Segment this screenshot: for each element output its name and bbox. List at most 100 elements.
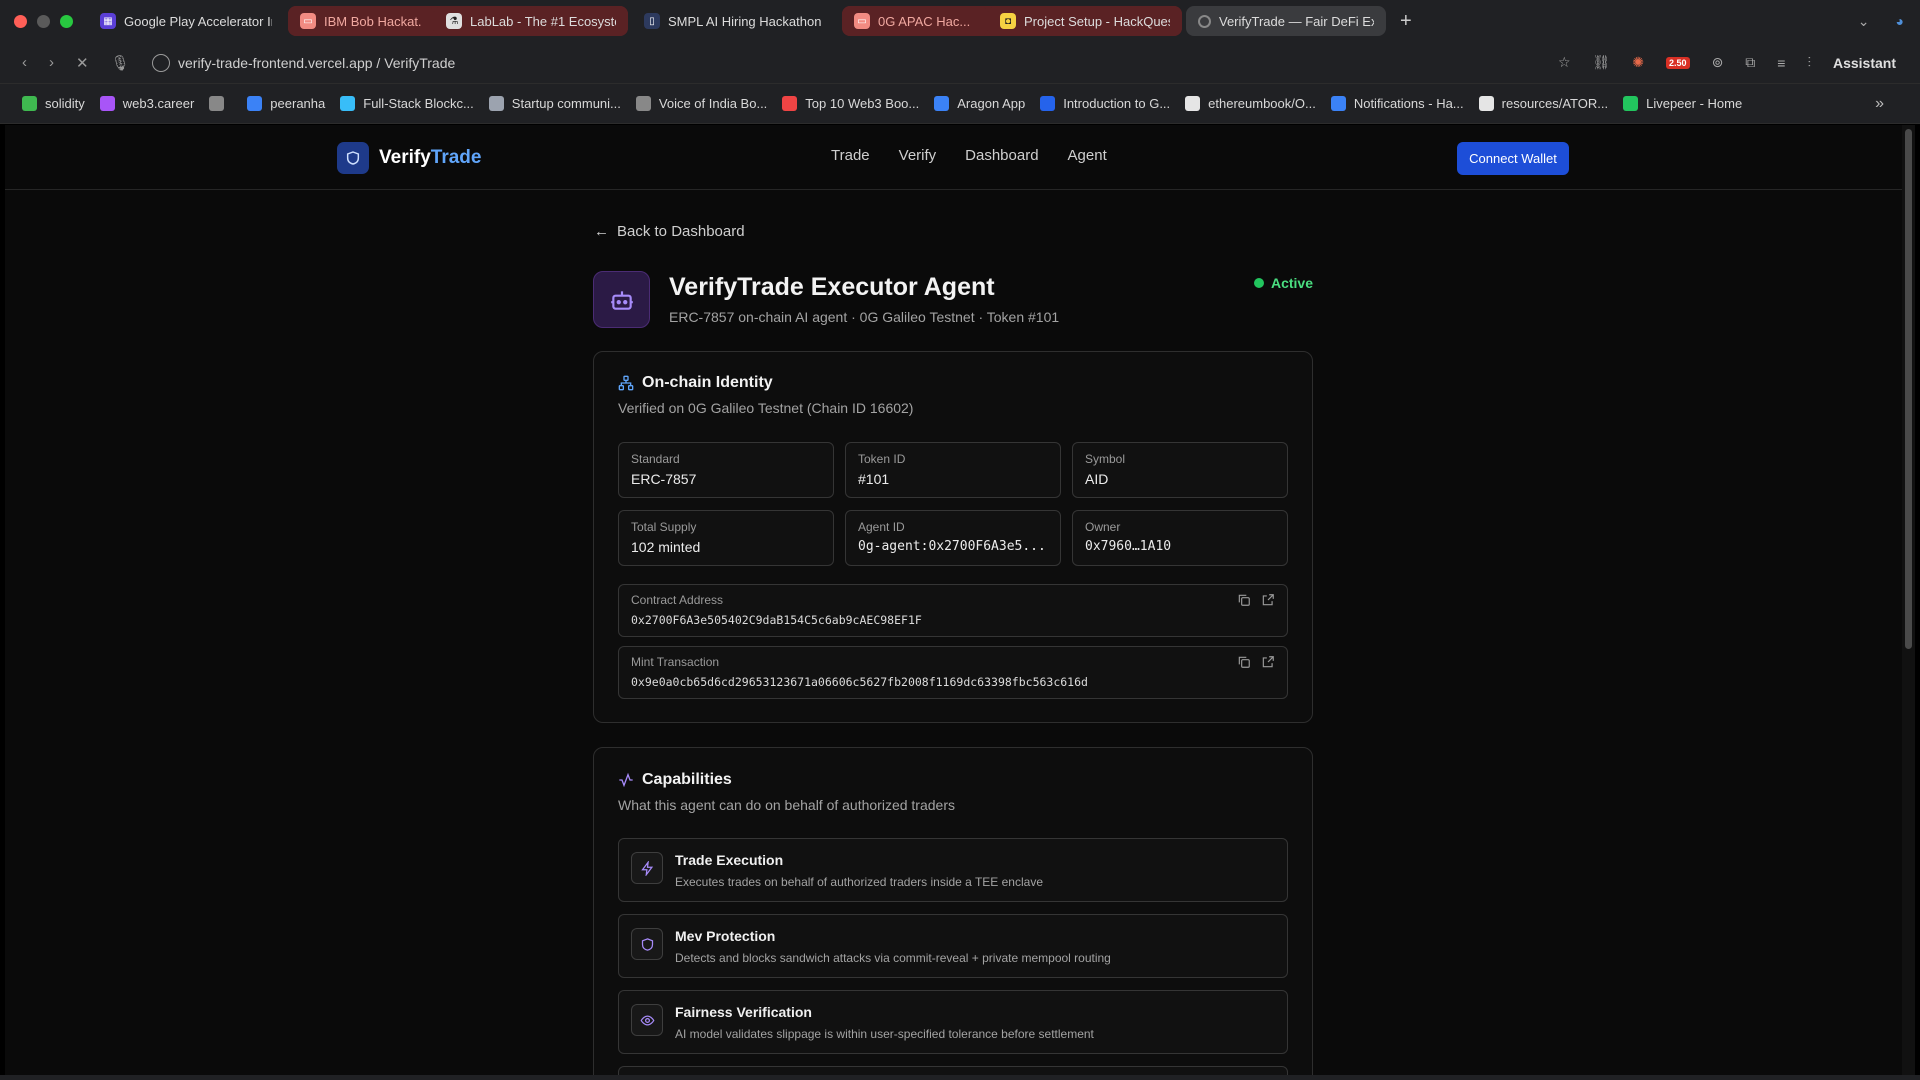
bookmark-favicon-icon (99, 96, 115, 111)
capabilities-desc: What this agent can do on behalf of auth… (618, 797, 955, 813)
scrollbar-thumb[interactable] (1905, 129, 1912, 649)
bookmark-favicon-icon (1040, 96, 1056, 111)
capability-mev-protection: Mev Protection Detects and blocks sandwi… (618, 914, 1288, 978)
tab-ibm-bob[interactable]: ▭ IBM Bob Hackat... (288, 6, 434, 36)
copy-icon[interactable] (1237, 655, 1251, 669)
site-logo[interactable]: VerifyTrade (337, 142, 481, 174)
agent-title: VerifyTrade Executor Agent (669, 273, 995, 301)
bookmark-item[interactable]: Startup communi... (487, 96, 634, 111)
extensions-puzzle-icon[interactable]: ⧉ (1745, 54, 1755, 71)
nav-trade[interactable]: Trade (831, 147, 870, 164)
nav-buttons: ‹ › ✕ 🎙 (0, 54, 152, 72)
external-link-icon[interactable] (1261, 655, 1275, 669)
bookmark-star-icon[interactable]: ☆ (1558, 54, 1571, 71)
copy-icon[interactable] (1237, 593, 1251, 607)
bolt-icon (631, 852, 663, 884)
bookmark-item[interactable]: ethereumbook/O... (1183, 96, 1329, 111)
new-tab-button[interactable]: + (1386, 10, 1426, 33)
bookmark-item[interactable]: web3.career (98, 96, 208, 111)
extension-icon[interactable]: ✺ (1632, 54, 1644, 71)
mint-transaction-field: Mint Transaction 0x9e0a0cb65d6cd29653123… (618, 646, 1288, 699)
connect-wallet-button[interactable]: Connect Wallet (1457, 142, 1569, 175)
microphone-icon[interactable]: 🎙 (111, 54, 130, 72)
bookmark-label: Top 10 Web3 Boo... (805, 96, 920, 111)
bookmarks-overflow-icon[interactable]: » (1875, 95, 1920, 113)
bookmark-item[interactable] (207, 96, 245, 111)
bookmark-favicon-icon (1623, 96, 1639, 111)
capabilities-title: Capabilities (618, 771, 732, 789)
tab-google-play[interactable]: ▦ Google Play Accelerator Indi (88, 6, 284, 36)
identity-title: On-chain Identity (618, 374, 773, 392)
tab-lablab[interactable]: ⚗ LabLab - The #1 Ecosystem (434, 6, 628, 36)
tab-0g-apac[interactable]: ▭ 0G APAC Hac... (842, 6, 988, 36)
url-field[interactable]: verify-trade-frontend.vercel.app / Verif… (152, 48, 455, 78)
audio-icon[interactable]: ⫶ (1807, 54, 1811, 71)
status-dot-icon (1253, 278, 1264, 288)
share-link-icon[interactable]: ⛓ (1593, 54, 1611, 71)
bookmark-label: web3.career (122, 96, 195, 111)
close-window-button[interactable] (14, 14, 27, 28)
page-scrollbar[interactable] (1902, 125, 1915, 1075)
field-standard: Standard ERC-7857 (618, 442, 834, 498)
nav-dashboard[interactable]: Dashboard (965, 147, 1038, 164)
tab-smpl[interactable]: ▯ SMPL AI Hiring Hackathon (632, 6, 838, 36)
nav-agent[interactable]: Agent (1068, 147, 1107, 164)
bookmark-item[interactable]: Top 10 Web3 Boo... (780, 96, 932, 111)
toolbar-right: ☆ ⛓ ✺ 2.50 ⊚ ⧉ ≡ ⫶ Assistant (1558, 54, 1920, 71)
assistant-button[interactable]: Assistant (1833, 55, 1896, 71)
robot-icon (593, 271, 650, 328)
capability-trade-execution: Trade Execution Executes trades on behal… (618, 838, 1288, 902)
capability-next (618, 1066, 1288, 1075)
bookmark-favicon-icon (247, 96, 263, 111)
extension-badge[interactable]: 2.50 (1666, 56, 1690, 69)
bookmark-label: Startup communi... (511, 96, 621, 111)
reading-list-icon[interactable]: ≡ (1777, 55, 1785, 71)
bookmark-favicon-icon (209, 96, 225, 111)
profile-icon[interactable]: ◕ (1896, 13, 1904, 29)
contract-address-field: Contract Address 0x2700F6A3e505402C9daB1… (618, 584, 1288, 637)
forward-icon[interactable]: › (49, 54, 54, 71)
back-icon[interactable]: ‹ (22, 54, 27, 71)
agent-header: VerifyTrade Executor Agent ERC-7857 on-c… (593, 271, 1313, 331)
bookmark-item[interactable]: Aragon App (932, 96, 1038, 111)
site-info-icon[interactable] (152, 53, 170, 72)
eye-icon (631, 1004, 663, 1036)
page-content: VerifyTrade Trade Verify Dashboard Agent… (5, 125, 1902, 1075)
network-icon (618, 375, 634, 391)
extension-glasses-icon[interactable]: ⊚ (1712, 54, 1724, 71)
bookmark-item[interactable]: Voice of India Bo... (634, 96, 780, 111)
bookmark-item[interactable]: Notifications - Ha... (1329, 96, 1477, 111)
nav-verify[interactable]: Verify (899, 147, 937, 164)
shield-icon (631, 928, 663, 960)
bookmark-item[interactable]: resources/ATOR... (1477, 96, 1621, 111)
bookmark-label: Aragon App (957, 96, 1026, 111)
tab-hackquest[interactable]: ◘ Project Setup - HackQuest (988, 6, 1182, 36)
folder-icon: ▭ (854, 13, 870, 29)
minimize-window-button[interactable] (37, 14, 50, 28)
bookmark-item[interactable]: solidity (20, 96, 98, 111)
bookmark-item[interactable]: Introduction to G... (1038, 96, 1183, 111)
shield-logo-icon (337, 142, 369, 174)
tab-search-icon[interactable]: ⌄ (1858, 13, 1870, 30)
bookmark-favicon-icon (1478, 96, 1494, 111)
doc-icon: ▯ (644, 13, 660, 29)
tab-verifytrade[interactable]: VerifyTrade — Fair DeFi Exec (1186, 6, 1386, 36)
bookmark-favicon-icon (1185, 96, 1201, 111)
bookmark-item[interactable]: Full-Stack Blockc... (338, 96, 487, 111)
external-link-icon[interactable] (1261, 593, 1275, 607)
bookmark-label: Livepeer - Home (1646, 96, 1743, 111)
back-to-dashboard-link[interactable]: ← Back to Dashboard (594, 223, 745, 240)
logo-text: VerifyTrade (379, 147, 482, 168)
field-total-supply: Total Supply 102 minted (618, 510, 834, 566)
window-controls (0, 14, 88, 28)
tab-group-red-1: ▭ IBM Bob Hackat... ⚗ LabLab - The #1 Ec… (288, 6, 628, 36)
maximize-window-button[interactable] (60, 14, 73, 28)
bookmark-item[interactable]: peeranha (245, 96, 338, 111)
bookmark-label: ethereumbook/O... (1208, 96, 1316, 111)
bookmark-item[interactable]: Livepeer - Home (1621, 96, 1755, 111)
field-owner: Owner 0x7960…1A10 (1072, 510, 1288, 566)
stop-loading-icon[interactable]: ✕ (76, 54, 89, 72)
capabilities-card: Capabilities What this agent can do on b… (593, 747, 1313, 1075)
bookmark-label: peeranha (270, 96, 326, 111)
tabbar-right: ⌄ ◕ (1858, 13, 1920, 30)
